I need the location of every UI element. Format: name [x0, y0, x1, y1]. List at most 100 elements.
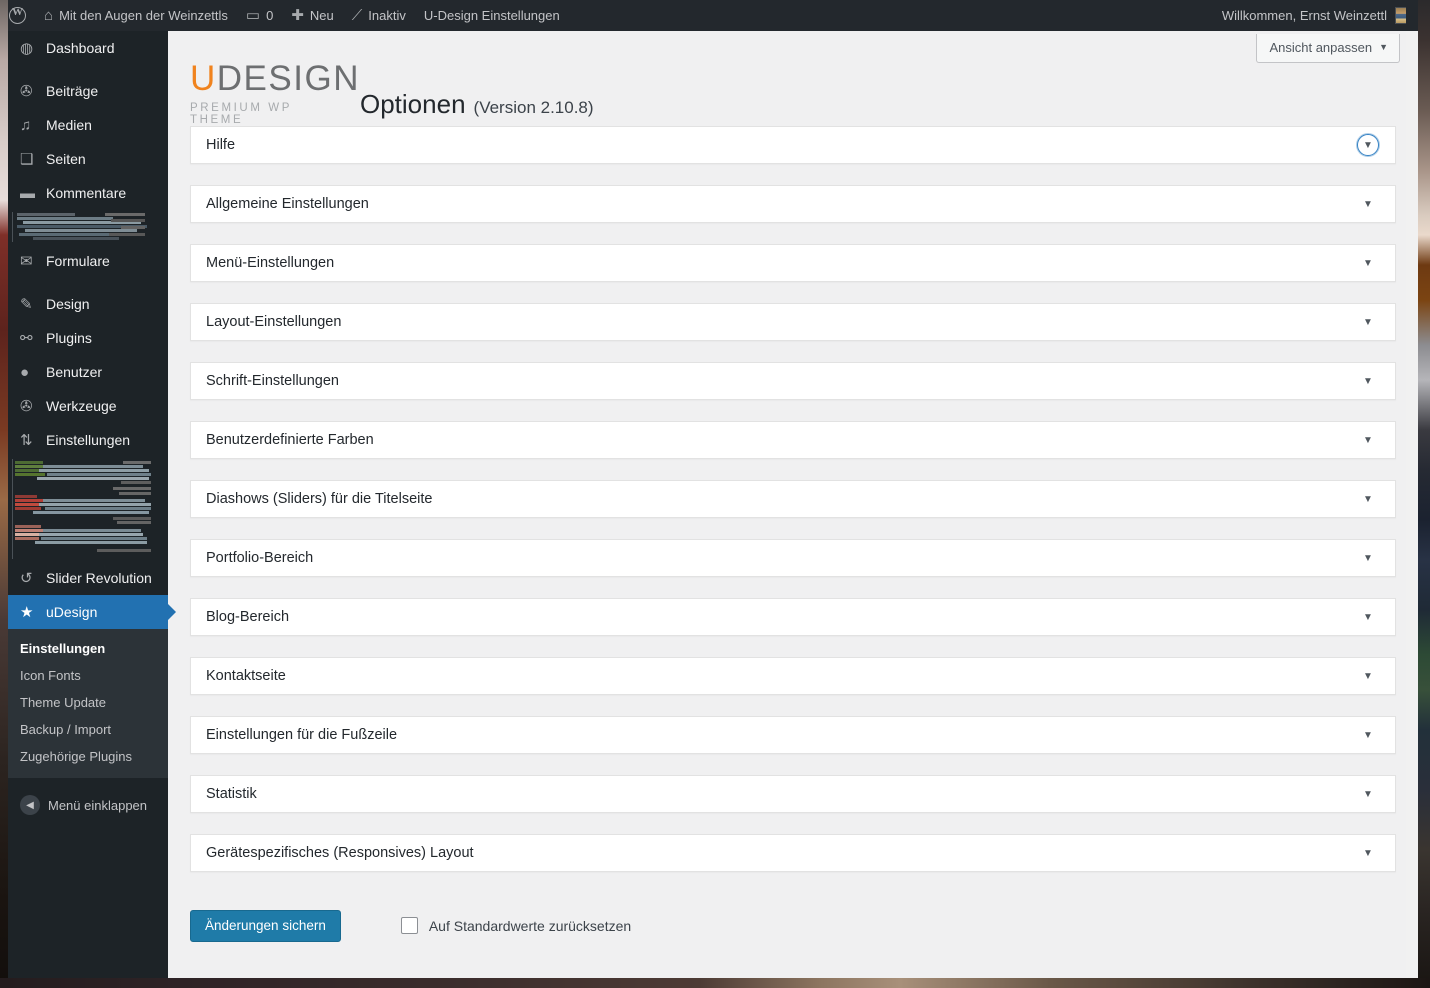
sidebar-item-plugins[interactable]: ⚯ Plugins: [8, 321, 168, 355]
chevron-down-icon: ▼: [1379, 42, 1388, 52]
logo-letters-rest: DESIGN: [216, 59, 360, 98]
form-actions: Änderungen sichern Auf Standardwerte zur…: [168, 893, 1418, 942]
collapse-menu-button[interactable]: ◀ Menü einklappen: [8, 788, 168, 822]
panel-label: Diashows (Sliders) für die Titelseite: [206, 491, 433, 507]
accordion-panel-diashows-titelseite[interactable]: Diashows (Sliders) für die Titelseite ▼: [190, 480, 1396, 518]
accordion-panel-statistik[interactable]: Statistik ▼: [190, 775, 1396, 813]
plus-icon: ✚: [291, 7, 304, 24]
admin-bar: ⌂ Mit den Augen der Weinzettls ▭ 0 ✚ Neu…: [0, 0, 1430, 31]
chevron-down-icon[interactable]: ▼: [1357, 429, 1379, 451]
panel-label: Statistik: [206, 786, 257, 802]
save-button[interactable]: Änderungen sichern: [190, 910, 341, 942]
sidebar-item-werkzeuge[interactable]: ✇ Werkzeuge: [8, 389, 168, 423]
sidebar-item-label: Kommentare: [46, 185, 127, 201]
hammer-icon: ⟋: [351, 7, 363, 24]
chevron-down-icon[interactable]: ▼: [1357, 842, 1379, 864]
chevron-down-icon[interactable]: ▼: [1357, 370, 1379, 392]
sidebar-item-label: Medien: [46, 117, 92, 133]
chevron-down-icon[interactable]: ▼: [1357, 606, 1379, 628]
sidebar-item-kommentare[interactable]: ▬ Kommentare: [8, 176, 168, 210]
sidebar-item-udesign[interactable]: ★ uDesign: [8, 595, 176, 629]
submenu-item-zugehoerige-plugins[interactable]: Zugehörige Plugins: [8, 743, 168, 770]
brand-header: UDESIGN PREMIUM WP THEME Optionen (Versi…: [168, 31, 1418, 126]
submenu-item-einstellungen[interactable]: Einstellungen: [8, 635, 168, 662]
comment-icon: ▬: [20, 184, 35, 202]
chevron-down-icon[interactable]: ▼: [1357, 252, 1379, 274]
sidebar-item-einstellungen[interactable]: ⇅ Einstellungen: [8, 423, 168, 457]
sidebar-item-medien[interactable]: ♫ Medien: [8, 108, 168, 142]
submenu-item-backup-import[interactable]: Backup / Import: [8, 716, 168, 743]
accordion-panel-blog-bereich[interactable]: Blog-Bereich ▼: [190, 598, 1396, 636]
wordpress-logo-icon: [9, 6, 26, 24]
chevron-down-icon[interactable]: ▼: [1357, 134, 1379, 156]
right-page-margin: [1406, 0, 1418, 988]
panel-label: Gerätespezifisches (Responsives) Layout: [206, 845, 474, 861]
envelope-icon: ✉: [20, 253, 33, 270]
glitched-menu-region-2: [12, 459, 162, 559]
sidebar-item-label: Dashboard: [46, 40, 115, 56]
new-label: Neu: [309, 8, 334, 23]
chevron-down-icon[interactable]: ▼: [1357, 193, 1379, 215]
main-content: Ansicht anpassen ▼ UDESIGN PREMIUM WP TH…: [168, 31, 1418, 988]
sidebar-item-benutzer[interactable]: ● Benutzer: [8, 355, 168, 389]
sidebar-item-label: Slider Revolution: [46, 570, 152, 586]
panel-label: Menü-Einstellungen: [206, 255, 335, 271]
udesign-settings-menu[interactable]: U-Design Einstellungen: [415, 0, 569, 31]
star-icon: ★: [20, 604, 34, 621]
panel-label: Allgemeine Einstellungen: [206, 196, 369, 212]
refresh-icon: ↺: [20, 570, 33, 587]
sliders-icon: ⇅: [20, 432, 33, 449]
chevron-down-icon[interactable]: ▼: [1357, 311, 1379, 333]
logo-letter-u: U: [190, 59, 217, 98]
menu-separator: [8, 65, 168, 74]
reset-checkbox[interactable]: [400, 917, 418, 935]
wrench-icon: ✇: [20, 398, 33, 415]
browser-page: ⌂ Mit den Augen der Weinzettls ▭ 0 ✚ Neu…: [0, 0, 1430, 988]
site-name-label: Mit den Augen der Weinzettls: [59, 8, 228, 23]
comments-menu[interactable]: ▭ 0: [237, 0, 282, 31]
accordion-panel-fusszeile[interactable]: Einstellungen für die Fußzeile ▼: [190, 716, 1396, 754]
chevron-down-icon[interactable]: ▼: [1357, 724, 1379, 746]
wp-logo-menu[interactable]: [0, 0, 35, 31]
version-label: (Version 2.10.8): [473, 98, 594, 117]
accordion-panel-layout-einstellungen[interactable]: Layout-Einstellungen ▼: [190, 303, 1396, 341]
sidebar-item-label: uDesign: [46, 604, 98, 620]
accordion-panel-responsives-layout[interactable]: Gerätespezifisches (Responsives) Layout …: [190, 834, 1396, 872]
sidebar-item-formulare[interactable]: ✉ Formulare: [8, 244, 168, 278]
sidebar-item-beitraege[interactable]: ✇ Beiträge: [8, 74, 168, 108]
account-menu[interactable]: Willkommen, Ernst Weinzettl: [1222, 7, 1430, 24]
accordion-panel-allgemeine-einstellungen[interactable]: Allgemeine Einstellungen ▼: [190, 185, 1396, 223]
submenu-item-theme-update[interactable]: Theme Update: [8, 689, 168, 716]
accordion-panel-schrift-einstellungen[interactable]: Schrift-Einstellungen ▼: [190, 362, 1396, 400]
sidebar-item-dashboard[interactable]: ◍ Dashboard: [8, 31, 168, 65]
screen-options-button[interactable]: Ansicht anpassen ▼: [1256, 34, 1400, 63]
brush-icon: ✎: [20, 296, 33, 313]
panel-label: Benutzerdefinierte Farben: [206, 432, 374, 448]
accordion-panel-menue-einstellungen[interactable]: Menü-Einstellungen ▼: [190, 244, 1396, 282]
panel-label: Portfolio-Bereich: [206, 550, 314, 566]
reset-defaults-control[interactable]: Auf Standardwerte zurücksetzen: [400, 917, 631, 935]
plug-icon: ⚯: [20, 330, 33, 347]
submenu-item-icon-fonts[interactable]: Icon Fonts: [8, 662, 168, 689]
panel-label: Kontaktseite: [206, 668, 286, 684]
site-name-menu[interactable]: ⌂ Mit den Augen der Weinzettls: [35, 0, 237, 31]
sidebar-item-design[interactable]: ✎ Design: [8, 287, 168, 321]
accordion-panel-benutzerdefinierte-farben[interactable]: Benutzerdefinierte Farben ▼: [190, 421, 1396, 459]
accordion-panel-hilfe[interactable]: Hilfe ▼: [190, 126, 1396, 164]
sidebar-item-seiten[interactable]: ❑ Seiten: [8, 142, 168, 176]
udesign-submenu: Einstellungen Icon Fonts Theme Update Ba…: [8, 629, 168, 778]
accordion-panel-portfolio-bereich[interactable]: Portfolio-Bereich ▼: [190, 539, 1396, 577]
right-adminbar-extension: [1406, 0, 1418, 31]
chevron-down-icon[interactable]: ▼: [1357, 783, 1379, 805]
page-title: Optionen: [360, 89, 466, 119]
new-content-menu[interactable]: ✚ Neu: [282, 0, 342, 31]
home-icon: ⌂: [44, 7, 54, 24]
comments-count: 0: [266, 8, 274, 23]
sidebar-item-slider-revolution[interactable]: ↺ Slider Revolution: [8, 561, 168, 595]
accordion-panel-kontaktseite[interactable]: Kontaktseite ▼: [190, 657, 1396, 695]
chevron-down-icon[interactable]: ▼: [1357, 488, 1379, 510]
chevron-down-icon[interactable]: ▼: [1357, 665, 1379, 687]
inaktiv-menu[interactable]: ⟋ Inaktiv: [343, 0, 415, 31]
chevron-down-icon[interactable]: ▼: [1357, 547, 1379, 569]
logo-tagline: PREMIUM WP THEME: [190, 102, 292, 126]
